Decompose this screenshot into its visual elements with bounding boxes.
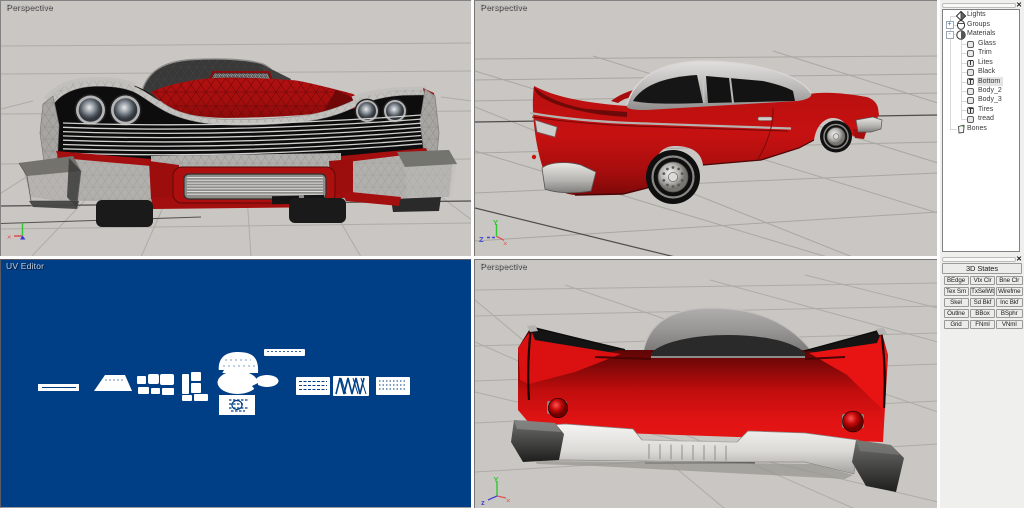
svg-text:×: × <box>7 233 11 242</box>
svg-text:Y: Y <box>494 475 499 484</box>
svg-text:×: × <box>506 496 510 505</box>
svg-text:z: z <box>481 498 485 507</box>
svg-text:Z: Z <box>479 235 484 244</box>
svg-text:×: × <box>503 239 507 248</box>
svg-text:Y: Y <box>493 218 498 227</box>
